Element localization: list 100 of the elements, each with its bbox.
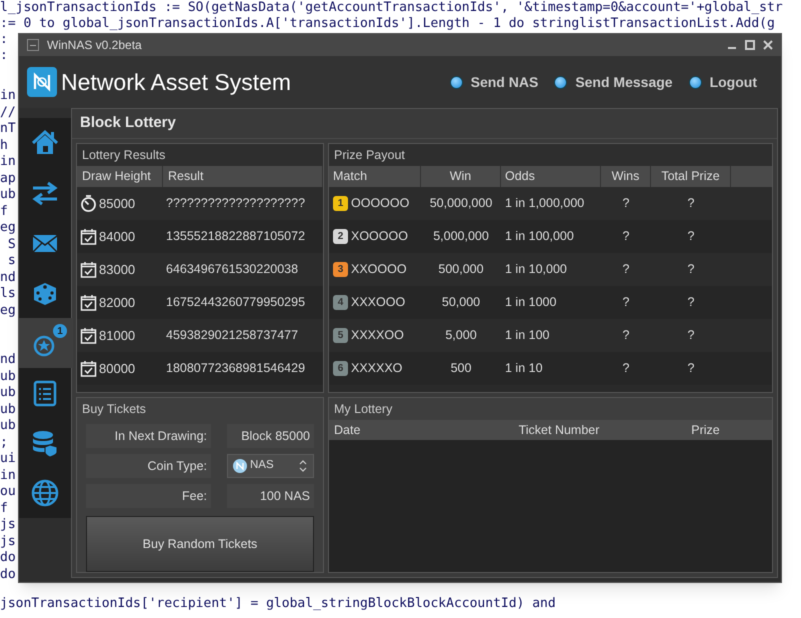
table-cell-text: ? [686, 360, 696, 378]
code-line: do [0, 566, 16, 582]
calendar-check-icon [80, 261, 97, 278]
table-cell-text: 5,000 [444, 327, 478, 344]
table-cell-text: 1 in 100,000 [504, 228, 575, 246]
table-cell-text: OOOOOO [351, 195, 410, 212]
system-menu-icon[interactable] [27, 39, 39, 51]
table-cell-text: 84000 [99, 228, 136, 246]
code-line: S [6, 236, 16, 252]
calendar-check-icon [80, 294, 97, 311]
table-cell-text: 83000 [99, 260, 136, 279]
table-cell-text: 6463496761530220038 [165, 261, 300, 278]
table-cell-text: ? [622, 294, 630, 312]
panel-title: Buy Tickets [81, 400, 147, 418]
table-cell-text: 80000 [99, 360, 136, 378]
header-link[interactable]: Send Message [575, 72, 673, 92]
table-cell-text: 18080772368981546429 [165, 360, 306, 378]
code-line: nd [0, 352, 16, 367]
code-line: jsonTransactionIds['recipient'] = global_stringBlockBlockAccountId) and [0, 596, 556, 611]
table-cell-text: 85000 [99, 194, 136, 213]
table-cell-text: XXOOOO [351, 261, 407, 278]
code-line: ou [0, 484, 16, 499]
maximize-icon[interactable] [745, 40, 755, 50]
code-line: ap [0, 170, 16, 186]
header-link[interactable]: Logout [710, 72, 757, 92]
calendar-check-icon [80, 327, 97, 344]
code-line: ui [0, 451, 16, 466]
calendar-check-icon [80, 228, 97, 245]
rank-badge: 1 [333, 196, 348, 211]
table-cell-text: ? [622, 261, 630, 278]
code-line: ub [0, 385, 16, 400]
field-label: Coin Type: [86, 454, 211, 478]
globe-icon [30, 478, 60, 508]
table-cell-text: ? [686, 327, 696, 344]
code-line: in [0, 88, 16, 103]
code-line: f [0, 500, 8, 516]
table-cell-text: ? [686, 228, 696, 246]
table-cell-text: 1 in 10 [504, 360, 544, 378]
table-cell-text: 1 in 1000 [504, 294, 558, 312]
code-line: // [0, 104, 16, 120]
coin-icon [233, 459, 247, 473]
table-cell-text: XOOOOO [351, 228, 408, 246]
code-line: : [0, 32, 8, 47]
sidebar-item[interactable]: 1 [19, 318, 73, 368]
code-line: ub [0, 187, 16, 202]
code-line: ls [0, 286, 16, 301]
logo-icon [27, 67, 57, 97]
table-cell-text: 1 in 100 [504, 327, 550, 344]
table-cell-text: 1 in 1,000,000 [504, 195, 586, 212]
table-cell-text: XXXXOO [351, 327, 404, 344]
select-value: NAS [250, 458, 275, 474]
table-cell-text: XXXOOO [351, 294, 406, 312]
field-label: Fee: [86, 484, 211, 508]
table-cell-text: 16752443260779950295 [165, 294, 306, 312]
rank-badge: 6 [333, 361, 348, 376]
code-line: f [0, 204, 8, 218]
table-cell-text: 500 [450, 360, 472, 378]
coin-type-select[interactable]: NAS [227, 454, 314, 478]
code-line: eg [0, 302, 16, 318]
table-cell-text: ? [622, 327, 630, 344]
table-cell-text: ? [622, 228, 630, 246]
code-line: eg [0, 220, 16, 235]
code-line: := 0 to global_jsonTransactionIds.A['transactionIds'].Length - 1 do stringlistTransactionList.Add(g [0, 16, 775, 31]
app-title: Network Asset System [61, 68, 292, 97]
rank-badge: 5 [333, 328, 348, 343]
database-icon [30, 428, 60, 458]
table-cell-text: ? [686, 261, 696, 278]
panel-title: Prize Payout [329, 144, 772, 166]
code-line: do [0, 550, 16, 565]
table-cell-text: XXXXXO [351, 360, 402, 378]
column-header[interactable]: Prize [639, 420, 772, 440]
code-line: in [0, 154, 16, 169]
stopwatch-icon [80, 195, 97, 212]
code-line: s [6, 253, 16, 268]
field-value: Block 85000 [227, 424, 314, 448]
table-cell-text: 5,000,000 [432, 228, 490, 246]
table-cell-text: ???????????????????? [165, 195, 306, 212]
panel-title: My Lottery [329, 398, 772, 420]
field-label: In Next Drawing: [86, 424, 211, 448]
table-cell-text: 50,000,000 [428, 195, 494, 212]
close-icon[interactable] [763, 40, 773, 50]
notification-badge: 1 [53, 324, 67, 338]
column-header[interactable]: Date [329, 420, 479, 440]
code-line: ub [0, 418, 16, 433]
page-title: Block Lottery [72, 109, 777, 139]
code-line: in [0, 468, 16, 482]
rank-badge: 3 [333, 262, 348, 277]
code-line: js [0, 517, 16, 532]
code-line: ub [0, 402, 16, 416]
table-cell-text: ? [622, 360, 630, 378]
table-cell-text: 13555218822887105072 [165, 228, 306, 246]
code-line: js [0, 534, 16, 548]
rank-badge: 4 [333, 295, 348, 310]
buy-random-tickets-button[interactable]: Buy Random Tickets [86, 516, 314, 572]
header-link[interactable]: Send NAS [470, 72, 538, 92]
table-cell-text: 500,000 [437, 261, 485, 278]
panel-title: Lottery Results [77, 144, 323, 166]
column-header[interactable]: Ticket Number [479, 420, 639, 440]
field-value: 100 NAS [227, 484, 314, 508]
code-line: h [0, 138, 8, 152]
